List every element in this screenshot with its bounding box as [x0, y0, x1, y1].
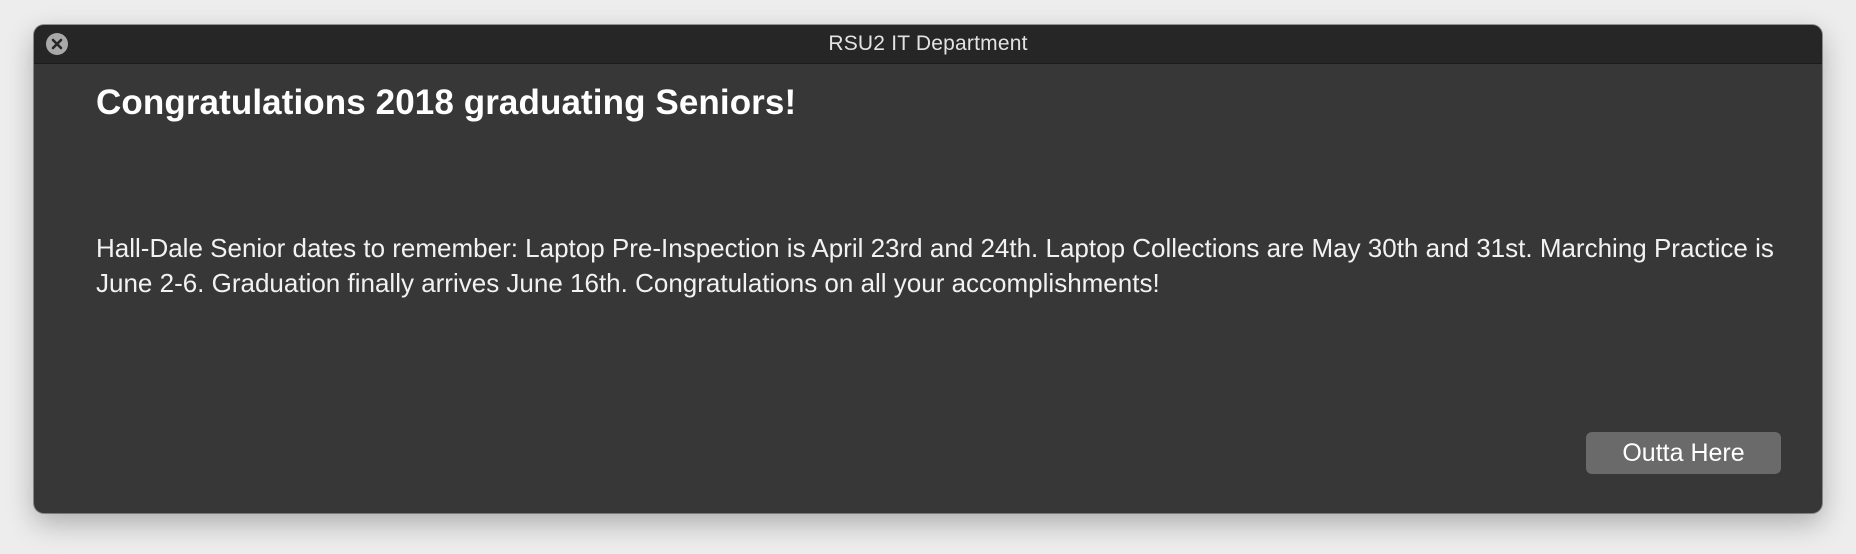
dialog-heading: Congratulations 2018 graduating Seniors!	[96, 83, 797, 122]
outta-here-button[interactable]: Outta Here	[1586, 432, 1781, 474]
desktop-background: RSU2 IT Department Congratulations 2018 …	[0, 0, 1856, 554]
dialog-message: Hall-Dale Senior dates to remember: Lapt…	[96, 233, 1774, 298]
window-title: RSU2 IT Department	[828, 32, 1028, 55]
title-bar: RSU2 IT Department	[34, 25, 1822, 64]
notification-window: RSU2 IT Department Congratulations 2018 …	[34, 25, 1822, 513]
